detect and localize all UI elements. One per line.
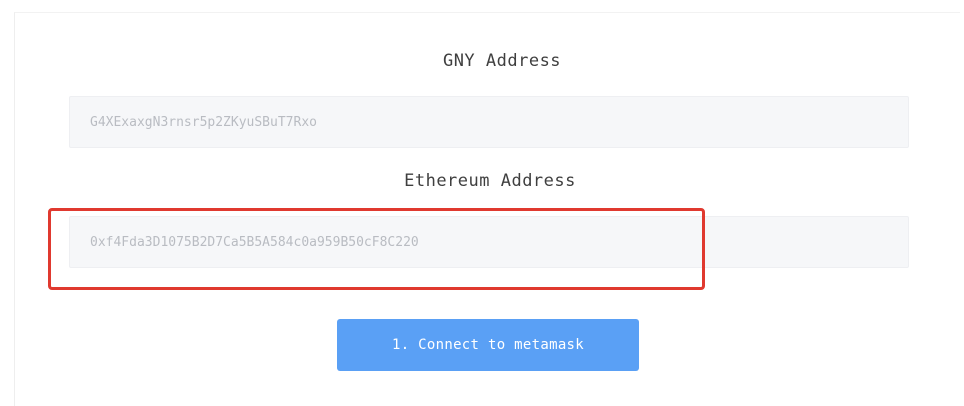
ethereum-address-field[interactable]: 0xf4Fda3D1075B2D7Ca5B5A584c0a959B50cF8C2… [69, 216, 909, 268]
gny-address-field[interactable]: G4XExaxgN3rnsr5p2ZKyuSBuT7Rxo [69, 96, 909, 148]
ethereum-address-label: Ethereum Address [404, 171, 576, 191]
gny-address-label: GNY Address [442, 51, 562, 71]
connect-metamask-button[interactable]: 1. Connect to metamask [337, 319, 639, 371]
address-form-card: GNY Address G4XExaxgN3rnsr5p2ZKyuSBuT7Rx… [14, 12, 960, 406]
page: GNY Address G4XExaxgN3rnsr5p2ZKyuSBuT7Rx… [0, 0, 964, 406]
